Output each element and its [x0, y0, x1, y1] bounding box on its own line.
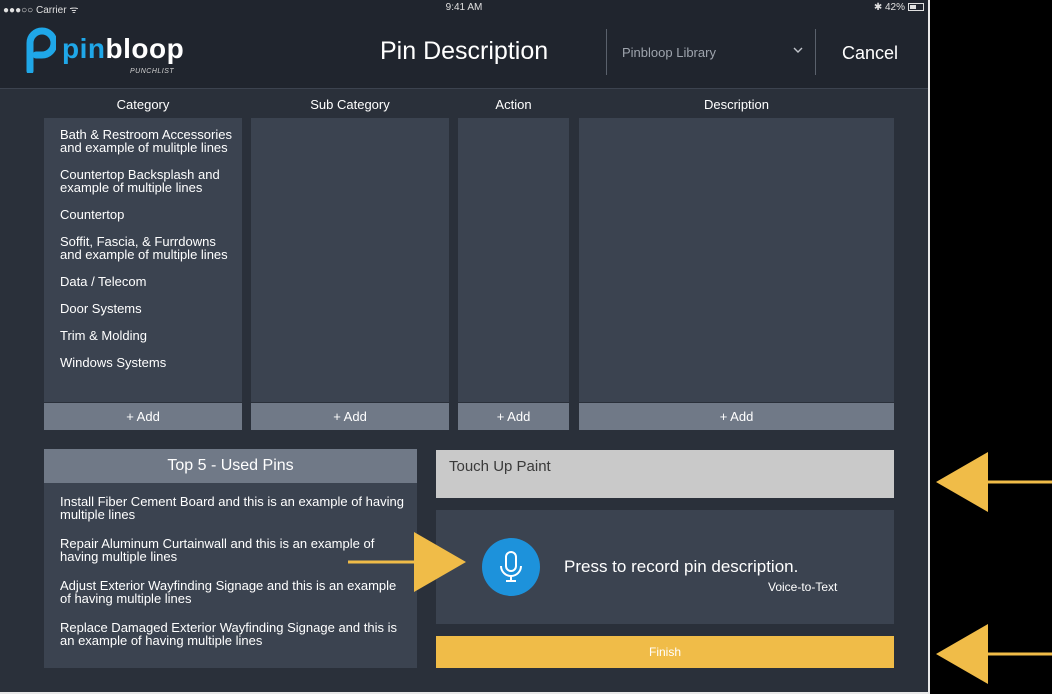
cancel-button[interactable]: Cancel — [842, 43, 898, 64]
category-list[interactable]: Bath & Restroom Accessories and example … — [44, 118, 242, 402]
pinbloop-logo-icon — [26, 27, 56, 73]
logo-text: pinbloop — [62, 33, 185, 64]
record-button[interactable] — [482, 538, 540, 596]
category-item[interactable]: Bath & Restroom Accessories and example … — [60, 128, 232, 154]
add-description-button[interactable]: + Add — [579, 403, 894, 430]
nav-divider — [606, 29, 607, 75]
category-item[interactable]: Countertop Backsplash and example of mul… — [60, 168, 232, 194]
add-sub-category-button[interactable]: + Add — [251, 403, 449, 430]
category-item[interactable]: Data / Telecom — [60, 275, 232, 288]
voice-record-panel: Press to record pin description. Voice-t… — [436, 510, 894, 624]
battery-icon — [908, 3, 924, 11]
pin-description-field[interactable]: Touch Up Paint — [436, 450, 894, 498]
logo-subtitle: PUNCHLIST — [130, 68, 175, 75]
description-header: Description — [703, 97, 770, 112]
description-list[interactable] — [579, 118, 894, 402]
voice-to-text-label: Voice-to-Text — [768, 580, 838, 594]
top-pin-item[interactable]: Install Fiber Cement Board and this is a… — [60, 495, 407, 521]
pinbloop-logo: pinbloop PUNCHLIST — [24, 27, 204, 77]
top-pin-item[interactable]: Replace Damaged Exterior Wayfinding Sign… — [60, 621, 407, 647]
record-prompt: Press to record pin description. — [564, 557, 799, 576]
page-title: Pin Description — [380, 37, 549, 65]
battery-indicator: ✱ 42% — [874, 2, 924, 13]
library-select-value: Pinbloop Library — [622, 45, 716, 60]
battery-label: ✱ 42% — [873, 2, 905, 13]
finish-button[interactable]: Finish — [436, 636, 894, 668]
nav-bar: pinbloop PUNCHLIST Pin Description Pinbl… — [0, 17, 928, 89]
category-item[interactable]: Soffit, Fascia, & Furrdowns and example … — [60, 235, 232, 261]
add-action-button[interactable]: + Add — [458, 403, 569, 430]
action-header: Action — [495, 97, 532, 112]
action-list[interactable] — [458, 118, 569, 402]
sub-category-list[interactable] — [251, 118, 449, 402]
chevron-down-icon — [793, 47, 803, 53]
sub-category-header: Sub Category — [310, 97, 390, 112]
ipad-screen: ●●●○○ Carrier ᯤ 9:41 AM ✱ 42% pinbloop P… — [0, 0, 930, 694]
annotation-arrow-left-icon — [936, 624, 1052, 684]
category-items: Bath & Restroom Accessories and example … — [44, 118, 242, 369]
category-header: Category — [116, 97, 170, 112]
pin-description-value: Touch Up Paint — [449, 458, 551, 475]
clock: 9:41 AM — [445, 2, 483, 13]
annotation-arrow-left-icon — [936, 452, 1052, 512]
category-item[interactable]: Trim & Molding — [60, 329, 232, 342]
annotation-arrow-icon — [348, 532, 466, 592]
category-item[interactable]: Windows Systems — [60, 356, 232, 369]
nav-divider — [815, 29, 816, 75]
microphone-icon — [500, 551, 522, 582]
library-select[interactable]: Pinbloop Library — [622, 45, 808, 60]
top-pins-header: Top 5 - Used Pins — [44, 449, 417, 483]
category-item[interactable]: Countertop — [60, 208, 232, 221]
status-bar: ●●●○○ Carrier ᯤ 9:41 AM ✱ 42% — [0, 0, 928, 17]
category-item[interactable]: Door Systems — [60, 302, 232, 315]
add-category-button[interactable]: + Add — [44, 403, 242, 430]
